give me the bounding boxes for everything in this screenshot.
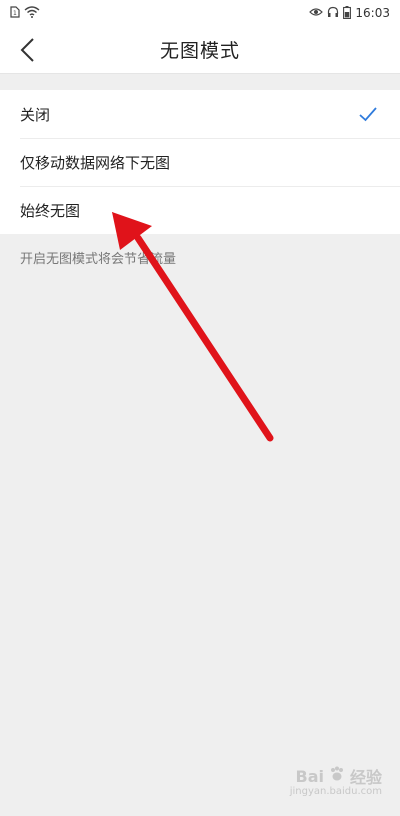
watermark-brand: Bai — [295, 766, 324, 786]
sim-icon: 1 — [10, 5, 20, 21]
status-bar: 1 16:03 — [0, 0, 400, 26]
option-label: 关闭 — [20, 105, 51, 124]
svg-text:1: 1 — [13, 10, 17, 17]
checkmark-icon — [359, 107, 377, 122]
hint-text: 开启无图模式将会节省流量 — [20, 252, 177, 267]
eye-icon — [309, 7, 324, 19]
option-off[interactable]: 关闭 — [0, 90, 400, 138]
option-mobile-data-only[interactable]: 仅移动数据网络下无图 — [0, 138, 400, 186]
chevron-left-icon — [20, 38, 34, 62]
option-label: 仅移动数据网络下无图 — [20, 153, 171, 172]
battery-icon — [343, 5, 352, 21]
status-time: 16:03 — [355, 6, 390, 20]
page-title: 无图模式 — [159, 40, 240, 62]
status-left: 1 — [10, 5, 40, 21]
options-list: 关闭 仅移动数据网络下无图 始终无图 — [0, 90, 400, 234]
nav-bar: 无图模式 — [0, 26, 400, 74]
status-right: 16:03 — [309, 5, 390, 21]
watermark-sub: jingyan.baidu.com — [289, 786, 382, 797]
watermark: Bai 经验 jingyan.baidu.com — [290, 764, 382, 797]
option-always[interactable]: 始终无图 — [0, 186, 400, 234]
option-label: 始终无图 — [20, 201, 81, 220]
paw-icon — [328, 765, 346, 787]
headphones-icon — [327, 6, 339, 20]
wifi-icon — [24, 5, 40, 21]
watermark-suffix: 经验 — [349, 768, 382, 787]
back-button[interactable] — [12, 34, 44, 66]
